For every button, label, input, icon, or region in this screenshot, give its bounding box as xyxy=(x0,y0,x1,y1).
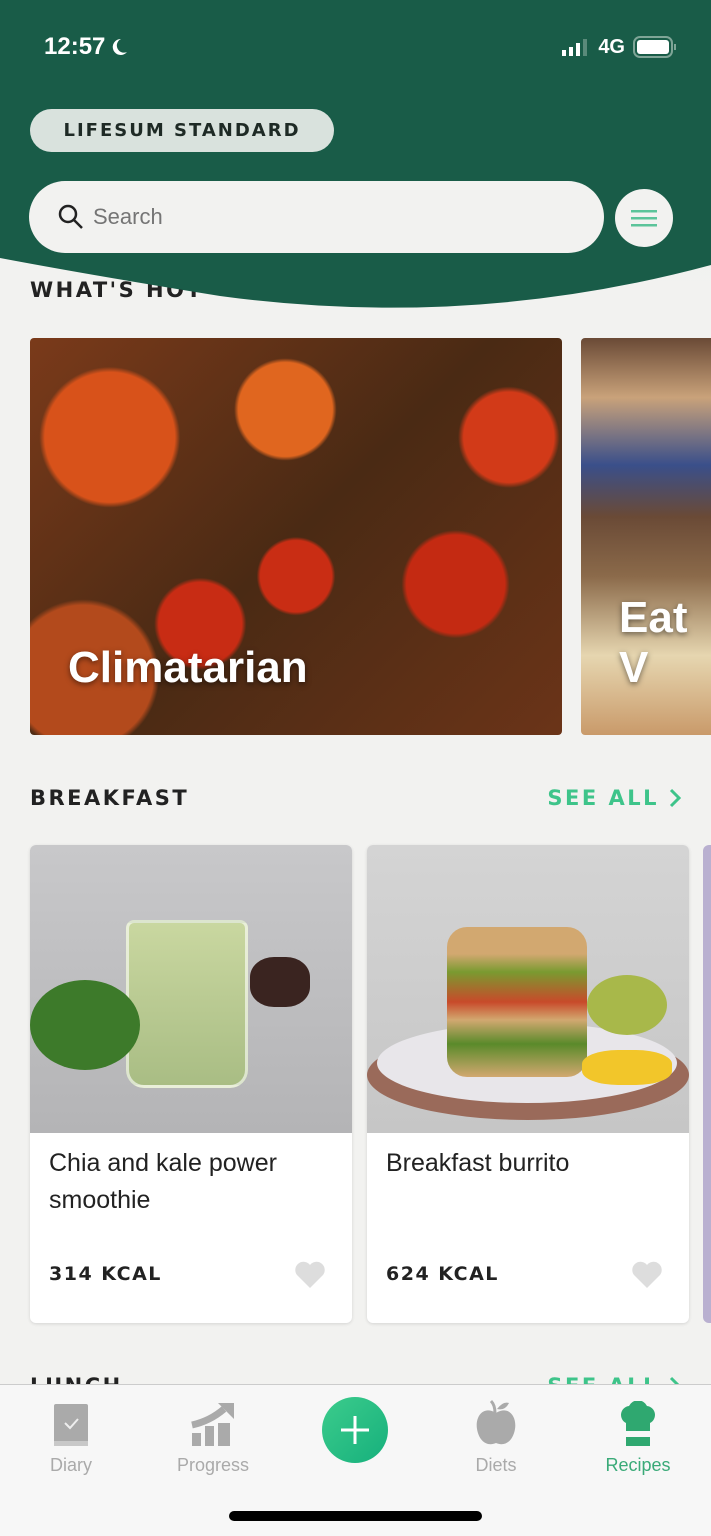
add-button[interactable] xyxy=(322,1397,388,1463)
moon-icon xyxy=(113,38,128,55)
tab-label: Diets xyxy=(475,1455,517,1475)
signal-icon xyxy=(562,39,588,56)
chef-hat-icon xyxy=(621,1401,655,1446)
header: 12:57 4G LIFESUM STANDARD xyxy=(0,0,711,310)
see-all-label: SEE ALL xyxy=(547,786,659,810)
section-title-breakfast: BREAKFAST xyxy=(30,786,190,810)
status-bar: 12:57 4G xyxy=(44,30,677,64)
apple-icon xyxy=(476,1399,516,1445)
heart-icon[interactable] xyxy=(631,1261,663,1289)
progress-icon xyxy=(191,1403,234,1446)
tab-diary[interactable]: Diary xyxy=(16,1395,126,1476)
plus-icon xyxy=(341,1416,369,1444)
recipe-image xyxy=(367,845,689,1133)
recipe-card[interactable]: Breakfast burrito 624 KCAL xyxy=(367,845,689,1323)
plan-badge[interactable]: LIFESUM STANDARD xyxy=(30,109,334,152)
tab-recipes[interactable]: Recipes xyxy=(583,1395,693,1476)
recipe-kcal: 314 KCAL xyxy=(49,1263,162,1285)
hero-card-label: Eat V xyxy=(619,593,688,692)
recipe-card-peek[interactable] xyxy=(703,845,711,1323)
tab-progress[interactable]: Progress xyxy=(158,1395,268,1476)
tab-bar: Diary Progress Diets Recipes xyxy=(0,1384,711,1536)
recipe-kcal: 624 KCAL xyxy=(386,1263,499,1285)
recipe-card[interactable]: Chia and kale power smoothie 314 KCAL xyxy=(30,845,352,1323)
recipe-name: Chia and kale power smoothie xyxy=(49,1149,277,1214)
tab-label: Progress xyxy=(176,1455,250,1475)
breakfast-see-all-link[interactable]: SEE ALL xyxy=(547,786,681,810)
diary-icon xyxy=(54,1404,88,1446)
hero-card-climatarian[interactable]: Climatarian xyxy=(30,338,562,735)
home-indicator[interactable] xyxy=(229,1511,482,1521)
tab-diets[interactable]: Diets xyxy=(441,1395,551,1476)
recipe-image xyxy=(30,845,352,1133)
tab-label: Diary xyxy=(49,1455,92,1475)
clock: 12:57 xyxy=(44,33,106,60)
chevron-right-icon xyxy=(669,788,681,808)
menu-button[interactable] xyxy=(615,189,673,247)
tab-label: Recipes xyxy=(605,1455,671,1475)
menu-icon xyxy=(631,210,657,227)
hero-card-2[interactable]: Eat V xyxy=(581,338,711,735)
network-type: 4G xyxy=(598,35,625,58)
heart-icon[interactable] xyxy=(294,1261,326,1289)
recipe-name: Breakfast burrito xyxy=(386,1149,570,1177)
battery-icon xyxy=(633,36,676,58)
search-icon xyxy=(58,204,83,229)
search-bar[interactable] xyxy=(29,181,604,253)
search-input[interactable] xyxy=(93,204,493,230)
hero-card-label: Climatarian xyxy=(68,643,308,692)
